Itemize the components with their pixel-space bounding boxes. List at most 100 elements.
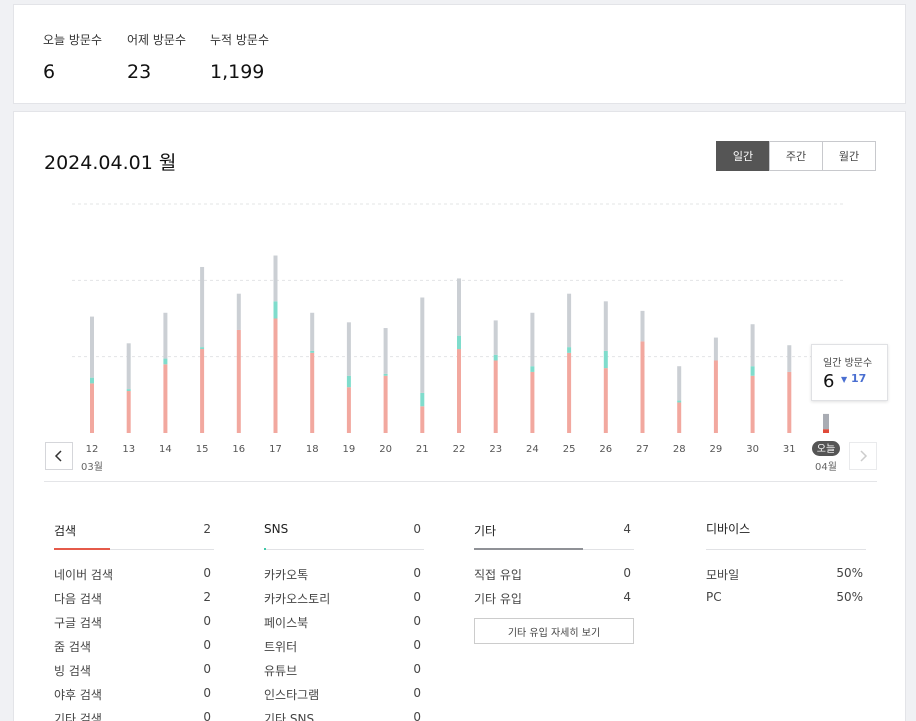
row-name: 네이버 검색 (54, 568, 114, 582)
bar-segment (713, 337, 718, 361)
row-name: 기타 유입 (474, 592, 522, 606)
row-value: 0 (413, 590, 421, 604)
bar-segment (750, 375, 755, 433)
source-title: 검색 (54, 524, 77, 538)
row-name: 기타 SNS (264, 712, 315, 721)
bar-segment (346, 375, 351, 388)
source-row: 네이버 검색 0 (54, 562, 214, 586)
source-title: 기타 (474, 524, 497, 538)
x-tick-label: 19 (343, 444, 356, 455)
bar-segment (90, 377, 94, 384)
source-title: SNS (264, 522, 289, 536)
row-value: 4 (623, 590, 631, 604)
row-name: 직접 유입 (474, 568, 522, 582)
bar-segment (273, 301, 278, 319)
source-total: 4 (623, 522, 631, 536)
row-value: 0 (203, 614, 211, 628)
source-search: 검색 2 네이버 검색 0 다음 검색 2 구글 검색 0 줌 검색 0 빙 검색 0 야… (54, 520, 214, 721)
tooltip-label: 일간 방문수 (823, 358, 873, 369)
source-row: 다음 검색 2 (54, 586, 214, 610)
source-row: 기타 유입 4 (474, 586, 634, 610)
bar-segment (750, 324, 755, 367)
bar-segment (823, 429, 829, 433)
bar-segment (163, 358, 168, 365)
chevron-right-icon (860, 450, 868, 462)
row-value: 0 (203, 566, 211, 580)
row-value: 0 (413, 566, 421, 580)
tooltip-delta-value: 17 (851, 372, 867, 385)
row-value: 0 (203, 662, 211, 676)
row-value: 0 (623, 566, 631, 580)
source-header: 기타 4 (474, 520, 634, 550)
x-tick-label: 21 (416, 444, 429, 455)
source-row: 구글 검색 0 (54, 610, 214, 634)
x-tick-label: 31 (783, 444, 796, 455)
source-share-bar (54, 548, 110, 550)
row-value: 0 (413, 710, 421, 721)
x-tick-label: 28 (673, 444, 686, 455)
source-share-bar (264, 548, 266, 550)
bar-segment (310, 352, 315, 433)
bar-segment (200, 347, 205, 350)
arrow-down-icon: ▼ (841, 375, 848, 384)
x-tick-label: 25 (563, 444, 576, 455)
row-name: 기타 검색 (54, 712, 102, 721)
row-value: 0 (413, 638, 421, 652)
source-row: 트위터 0 (264, 634, 424, 658)
x-tick-label: 24 (526, 444, 539, 455)
source-row: 줌 검색 0 (54, 634, 214, 658)
row-name: 페이스북 (264, 616, 309, 630)
row-value: 0 (413, 614, 421, 628)
other-inflow-detail-button[interactable]: 기타 유입 자세히 보기 (474, 618, 634, 644)
source-title: 디바이스 (706, 522, 751, 536)
visitor-summary-card: 오늘 방문수 6 어제 방문수 23 누적 방문수 1,199 (13, 4, 906, 104)
row-name: 인스타그램 (264, 688, 320, 702)
next-period-button[interactable] (849, 442, 877, 470)
source-row: 직접 유입 0 (474, 562, 634, 586)
bar-segment (163, 364, 168, 433)
bar-segment (90, 383, 94, 433)
stat-value: 1,199 (210, 61, 265, 83)
divider (44, 481, 877, 482)
source-total: 0 (413, 522, 421, 536)
source-share-bar (474, 548, 583, 550)
source-row: 카카오톡 0 (264, 562, 424, 586)
bar-segment (530, 366, 535, 372)
tooltip-delta: ▼ 17 (841, 372, 866, 385)
bar-segment (677, 366, 682, 401)
source-row: 유튜브 0 (264, 658, 424, 682)
bar-segment (677, 402, 682, 433)
row-name: 빙 검색 (54, 664, 91, 678)
row-name: 모바일 (706, 568, 740, 582)
bar-segment (346, 322, 351, 376)
row-value: 2 (203, 590, 211, 604)
x-tick-label: 15 (196, 444, 209, 455)
chevron-left-icon (54, 450, 62, 462)
bar-segment (383, 375, 388, 433)
bar-segment (750, 366, 755, 376)
bar-segment (310, 350, 315, 353)
bar-segment (567, 352, 572, 433)
x-tick-label: 오늘 (817, 443, 835, 455)
source-row: 야후 검색 0 (54, 682, 214, 706)
source-row: 기타 SNS 0 (264, 706, 424, 721)
bar-segment (163, 312, 168, 359)
bar-segment (713, 360, 718, 433)
row-name: 줌 검색 (54, 640, 91, 654)
x-tick-label: 13 (122, 444, 135, 455)
bar-segment (420, 297, 425, 393)
source-other: 기타 4 직접 유입 0 기타 유입 4 기타 유입 자세히 보기 (474, 520, 634, 644)
stat-label: 누적 방문수 (210, 33, 270, 47)
stat-value: 23 (127, 61, 152, 83)
row-value: 0 (203, 710, 211, 721)
bar-segment (787, 345, 792, 372)
bar-segment (640, 310, 645, 342)
bar-segment (603, 350, 608, 369)
x-tick-label: 17 (269, 444, 282, 455)
prev-period-button[interactable] (45, 442, 73, 470)
stat-label: 오늘 방문수 (43, 33, 103, 47)
source-row: 카카오스토리 0 (264, 586, 424, 610)
visitor-stats-card: 2024.04.01 월 일간 주간 월간 12 13 14 15 16 17 18 19 20… (13, 111, 906, 721)
bar-segment (273, 318, 278, 433)
bar-segment (310, 312, 315, 351)
